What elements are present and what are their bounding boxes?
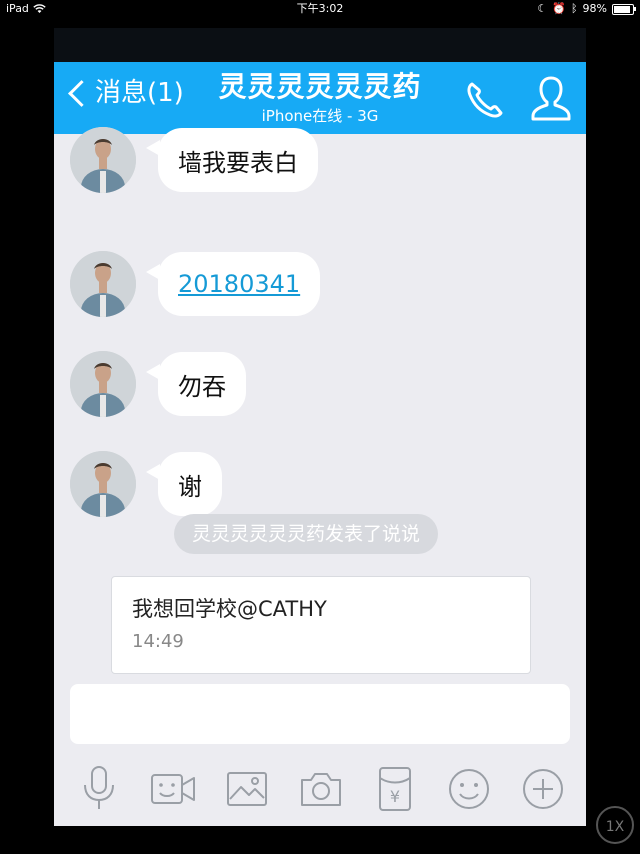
plus-icon xyxy=(523,769,563,809)
status-post-card[interactable]: 我想回学校@CATHY 14:49 xyxy=(111,576,531,674)
message-row: 谢 xyxy=(70,450,222,518)
contact-avatar[interactable] xyxy=(70,451,136,517)
message-bubble[interactable]: 墙我要表白 xyxy=(146,128,318,192)
contact-avatar[interactable] xyxy=(70,251,136,317)
camera-button[interactable] xyxy=(296,764,346,814)
svg-text:¥: ¥ xyxy=(390,787,400,806)
message-row: 墙我要表白 xyxy=(70,126,318,194)
message-bubble[interactable]: 勿吞 xyxy=(146,352,246,416)
status-bar: iPad 下午3:02 ☾ ⏰ ᛒ 98% xyxy=(0,0,640,18)
chat-area: 墙我要表白 20180341 勿吞 谢 灵灵灵灵灵灵药发表了说说 我想回学校@C… xyxy=(54,127,586,680)
message-input[interactable] xyxy=(70,684,570,744)
contact-avatar[interactable] xyxy=(70,351,136,417)
red-packet-button[interactable]: ¥ xyxy=(370,764,420,814)
online-status: iPhone在线 - 3G xyxy=(261,107,379,125)
camera-icon xyxy=(301,773,341,806)
video-call-icon xyxy=(151,774,195,804)
contact-avatar[interactable] xyxy=(70,127,136,193)
battery-percent: 98% xyxy=(582,2,607,15)
system-notice: 灵灵灵灵灵灵药发表了说说 xyxy=(174,514,439,554)
post-text: 我想回学校@CATHY xyxy=(132,597,327,621)
alarm-icon: ⏰ xyxy=(552,2,566,15)
voice-button[interactable] xyxy=(74,764,124,814)
phone-button[interactable] xyxy=(462,78,506,122)
emoji-icon xyxy=(449,769,489,809)
message-row: 勿吞 xyxy=(70,350,246,418)
image-icon xyxy=(227,772,267,806)
zoom-badge[interactable]: 1X xyxy=(596,806,634,844)
battery-icon xyxy=(612,3,636,15)
phone-icon xyxy=(467,82,503,118)
input-toolbar: ¥ xyxy=(54,752,586,826)
nav-bar: 消息(1) 灵灵灵灵灵灵药 iPhone在线 - 3G xyxy=(54,62,586,134)
top-strip xyxy=(54,28,586,62)
post-time: 14:49 xyxy=(132,631,184,652)
microphone-icon xyxy=(84,766,114,809)
red-packet-icon: ¥ xyxy=(379,767,411,811)
profile-button[interactable] xyxy=(528,74,574,122)
message-bubble: 20180341 xyxy=(145,252,321,316)
person-icon xyxy=(531,76,571,121)
emoji-button[interactable] xyxy=(444,764,494,814)
number-link[interactable]: 20180341 xyxy=(178,270,300,298)
chat-window: 消息(1) 灵灵灵灵灵灵药 iPhone在线 - 3G 墙我要表白 201803… xyxy=(54,28,586,826)
message-row: 20180341 xyxy=(70,250,321,318)
chat-title: 灵灵灵灵灵灵药 xyxy=(218,70,422,103)
video-call-button[interactable] xyxy=(148,764,198,814)
bluetooth-icon: ᛒ xyxy=(570,2,578,15)
more-button[interactable] xyxy=(518,764,568,814)
image-button[interactable] xyxy=(222,764,272,814)
message-bubble[interactable]: 谢 xyxy=(146,452,222,516)
moon-icon: ☾ xyxy=(537,2,548,15)
